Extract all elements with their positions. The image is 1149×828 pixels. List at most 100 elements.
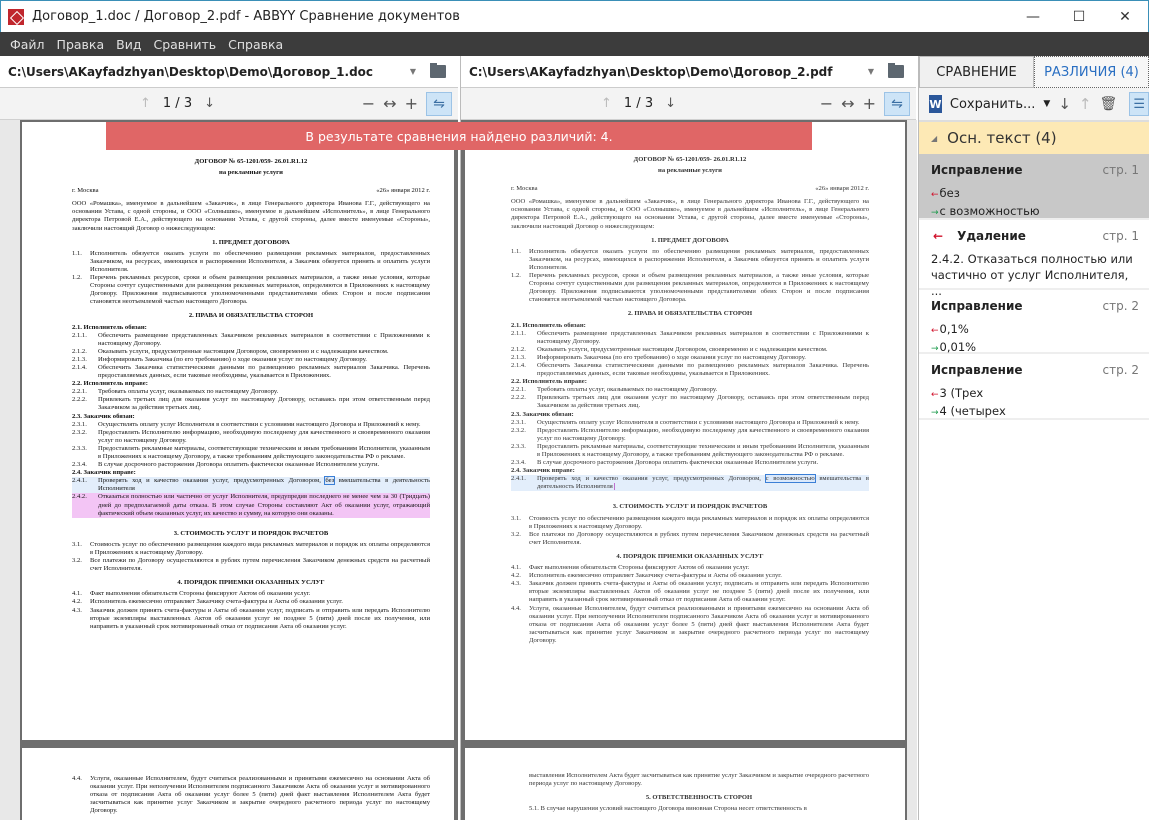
clause-text: 5.1. В случае нарушения условий настояще… <box>529 805 807 813</box>
difference-item[interactable]: Исправление стр. 1 без с возможностью <box>919 154 1149 220</box>
caret-down-icon[interactable]: ▼ <box>1043 99 1050 109</box>
clause-text: Предоставлять рекламные материалы, соотв… <box>98 444 430 460</box>
clause-number: 2.3.4. <box>72 461 87 469</box>
prev-difference-icon[interactable]: ↑ <box>1079 95 1092 113</box>
fit-width-icon[interactable]: ↔ <box>841 94 854 113</box>
right-vertical-scrollbar[interactable] <box>907 120 917 820</box>
doc-date: «26» января 2012 г. <box>376 187 430 195</box>
tab-differences[interactable]: РАЗЛИЧИЯ (4) <box>1034 56 1149 88</box>
clause-text: Предоставлять рекламные материалы, соотв… <box>537 442 869 458</box>
clause-text: Обеспечить Заказчика статистическими дан… <box>537 361 869 378</box>
minimize-button[interactable]: — <box>1010 2 1056 32</box>
deletion-arrow-icon: ← <box>933 229 944 243</box>
chevron-down-icon[interactable]: ▼ <box>868 67 874 76</box>
next-page-arrow-icon[interactable]: ↓ <box>204 96 215 111</box>
word-icon[interactable]: W <box>929 95 942 113</box>
doc-intro: ООО «Ромашка», именуемое в дальнейшем «З… <box>511 198 869 230</box>
clause-text: Информировать Заказчика (по его требован… <box>98 355 367 363</box>
difference-type: Удаление <box>957 229 1026 243</box>
changed-text-old[interactable]: без <box>324 476 336 486</box>
clause-text: выставления Исполнителем Акта будет засч… <box>529 772 869 788</box>
next-page-arrow-icon[interactable]: ↓ <box>665 96 676 111</box>
zoom-out-icon[interactable]: − <box>820 94 833 113</box>
doc-city: г. Москва <box>72 187 99 195</box>
clause-text: Предоставлять Исполнителю информацию, не… <box>98 428 430 444</box>
folder-icon[interactable] <box>430 63 446 78</box>
subsection-heading: 2.2. Исполнитель вправе: <box>72 380 148 388</box>
zoom-out-icon[interactable]: − <box>362 94 375 113</box>
menu-file[interactable]: Файл <box>4 37 51 52</box>
left-file-path[interactable]: C:\Users\AKayfadzhyan\Desktop\Demo\Догов… <box>8 65 373 79</box>
clause-number: 4.3. <box>72 606 82 614</box>
clause-text: В случае досрочного расторжения Договора… <box>537 459 819 467</box>
left-path-bar: C:\Users\AKayfadzhyan\Desktop\Demo\Догов… <box>0 56 458 88</box>
right-nav-toolbar: ↑ 1 / 3 ↓ − ↔ + ⇋ <box>461 88 916 120</box>
deletion-marker[interactable] <box>613 483 617 491</box>
difference-row-1[interactable]: 2.4.1. Проверять ход и качество оказания … <box>511 474 869 492</box>
list-view-icon[interactable]: ☰ <box>1129 92 1149 116</box>
clause-number: 2.1.3. <box>511 353 526 361</box>
difference-item[interactable]: ← Удаление стр. 1 2.4.2. Отказаться полнос… <box>919 220 1149 298</box>
doc-date: «26» января 2012 г. <box>815 185 869 193</box>
clause-number: 2.2.2. <box>511 394 526 402</box>
old-text: 0,1% <box>931 321 1139 339</box>
clause-text: Оказывать услуги, предусмотренные настоя… <box>98 347 389 355</box>
tab-compare[interactable]: СРАВНЕНИЕ <box>919 56 1034 88</box>
prev-page-arrow-icon[interactable]: ↑ <box>140 96 151 111</box>
left-document-pane: C:\Users\AKayfadzhyan\Desktop\Demo\Догов… <box>0 56 458 828</box>
maximize-button[interactable]: ☐ <box>1056 2 1102 32</box>
clause-text: Услуги, оказанные Исполнителем, будут сч… <box>90 775 430 815</box>
menu-view[interactable]: Вид <box>110 37 147 52</box>
clause-number: 1.1. <box>72 249 82 257</box>
difference-page: стр. 1 <box>1102 229 1139 243</box>
difference-item[interactable]: Исправлениестр. 2 0,1% 0,01% <box>919 290 1149 354</box>
doc-title: ДОГОВОР № 65-1201/059- 26.01.R1.12 <box>194 158 308 165</box>
fit-width-icon[interactable]: ↔ <box>383 94 396 113</box>
clause-number: 2.3.2. <box>72 428 87 436</box>
difference-row-1[interactable]: 2.4.1. Проверять ход и качество оказания … <box>72 476 430 494</box>
clause-number: 4.2. <box>511 572 521 580</box>
clause-number: 2.1.2. <box>511 345 526 353</box>
zoom-in-icon[interactable]: + <box>863 94 876 113</box>
clause-text: Осуществлять оплату услуг Исполнителя в … <box>98 420 421 428</box>
right-page-2: выставления Исполнителем Акта будет засч… <box>465 748 905 828</box>
differences-toolbar: W Сохранить... ▼ ↓ ↑ 🗑 ☰ <box>919 88 1149 122</box>
close-button[interactable]: ✕ <box>1102 2 1148 32</box>
menu-compare[interactable]: Сравнить <box>147 37 222 52</box>
clause-number: 2.2.1. <box>511 386 526 394</box>
old-text: без <box>931 185 1139 203</box>
trash-icon[interactable]: 🗑 <box>1100 96 1118 112</box>
right-file-path[interactable]: C:\Users\AKayfadzhyan\Desktop\Demo\Догов… <box>469 65 832 79</box>
clause-number: 2.1.4. <box>72 363 87 371</box>
prev-page-arrow-icon[interactable]: ↑ <box>601 96 612 111</box>
clause-text: Требовать оплаты услуг, оказываемых по н… <box>98 388 279 396</box>
right-path-bar: C:\Users\AKayfadzhyan\Desktop\Demo\Догов… <box>461 56 916 88</box>
menu-edit[interactable]: Правка <box>51 37 111 52</box>
deleted-clause-highlight[interactable]: 2.4.2. Отказаться полностью или частично … <box>72 493 430 518</box>
section-heading: 3. СТОИМОСТЬ УСЛУГ И ПОРЯДОК РАСЧЕТОВ <box>612 503 768 511</box>
clause-number: 2.3.3. <box>72 444 87 452</box>
menu-help[interactable]: Справка <box>222 37 289 52</box>
clause-text: Все платежи по Договору осуществляются в… <box>90 557 430 573</box>
section-heading: 1. ПРЕДМЕТ ДОГОВОРА <box>651 236 729 244</box>
sync-scroll-icon[interactable]: ⇋ <box>884 91 910 116</box>
app-logo-icon <box>8 8 24 25</box>
left-vertical-scrollbar[interactable] <box>0 120 20 820</box>
next-difference-icon[interactable]: ↓ <box>1058 95 1071 113</box>
clause-text: Факт выполнения обязательств Стороны фик… <box>90 590 311 598</box>
chevron-down-icon[interactable]: ▼ <box>410 67 416 76</box>
save-button[interactable]: Сохранить... <box>950 97 1036 112</box>
clause-text: Перечень рекламных ресурсов, сроки и объ… <box>90 274 430 306</box>
clause-number: 4.2. <box>72 598 82 606</box>
changed-text-new[interactable]: с возможностью <box>764 474 816 484</box>
difference-page: стр. 2 <box>1102 299 1139 313</box>
group-main-text[interactable]: ◢ Осн. текст (4) <box>919 122 1149 154</box>
collapse-triangle-icon[interactable]: ◢ <box>931 134 937 143</box>
folder-icon[interactable] <box>888 63 904 78</box>
difference-item[interactable]: Исправление стр. 2 3 (Трех 4 (четырех <box>919 354 1149 420</box>
doc-subtitle: на рекламные услуги <box>658 167 722 175</box>
clause-text: Оказывать услуги, предусмотренные настоя… <box>537 345 828 353</box>
clause-text: Обеспечить размещение представленных Зак… <box>98 331 430 347</box>
zoom-in-icon[interactable]: + <box>405 94 418 113</box>
sync-scroll-icon[interactable]: ⇋ <box>426 91 452 116</box>
